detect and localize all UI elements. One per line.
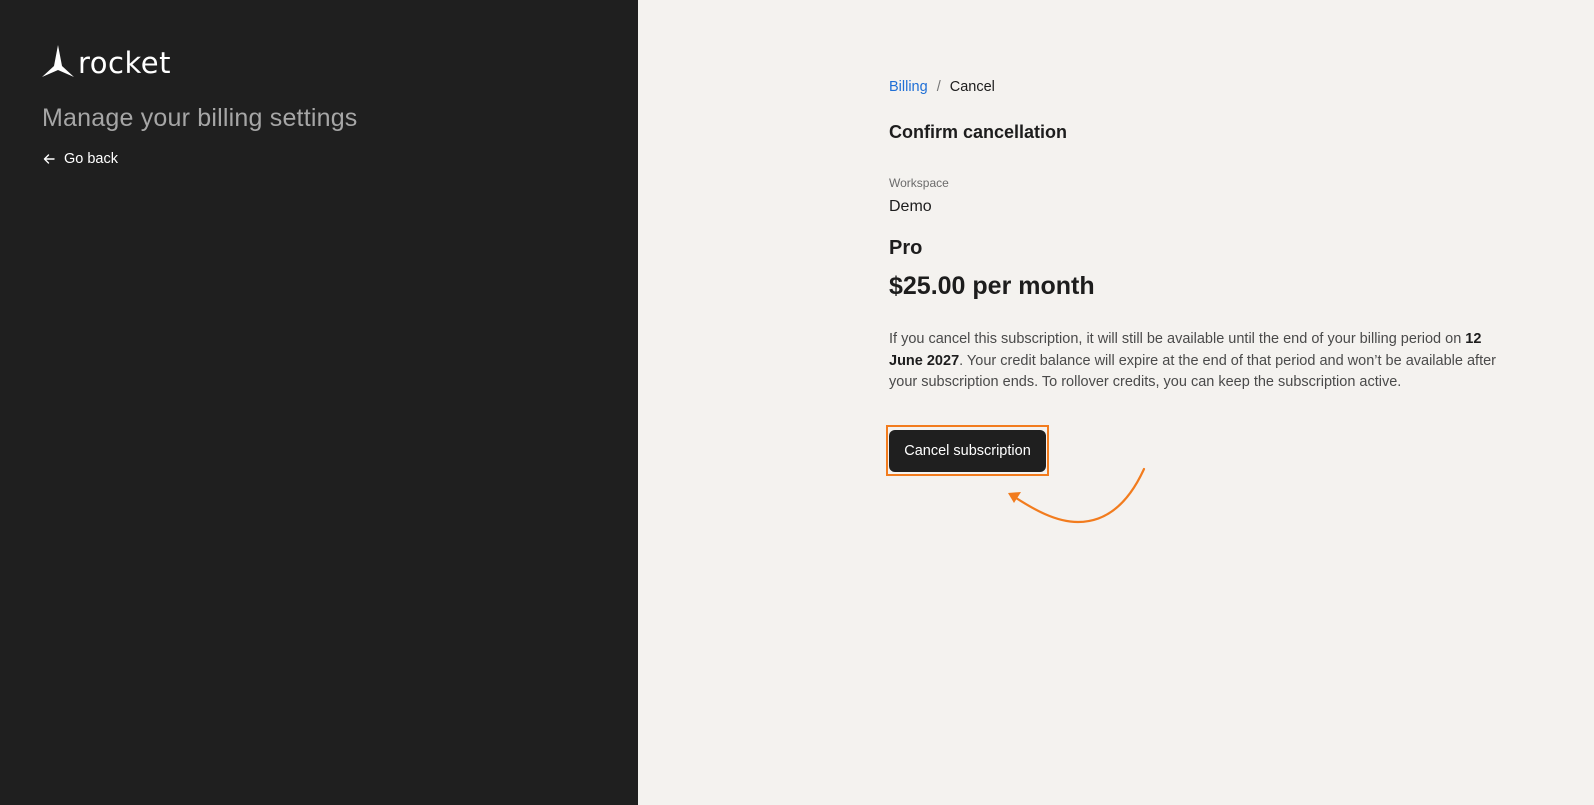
notice-text-start: If you cancel this subscription, it will… xyxy=(889,331,1466,347)
sidebar-panel: rocket Manage your billing settings Go b… xyxy=(0,0,638,805)
breadcrumb: Billing / Cancel xyxy=(889,77,1504,97)
rocket-logo-icon xyxy=(42,45,74,77)
go-back-link[interactable]: Go back xyxy=(42,151,118,167)
cancellation-notice: If you cancel this subscription, it will… xyxy=(889,329,1504,394)
billing-page: rocket Manage your billing settings Go b… xyxy=(0,0,1594,805)
arrow-left-icon xyxy=(43,154,55,164)
plan-name: Pro xyxy=(889,237,923,259)
workspace-value: Demo xyxy=(889,198,932,215)
notice-text-end: . Your credit balance will expire at the… xyxy=(889,352,1496,391)
brand-logo: rocket xyxy=(41,44,171,78)
workspace-label: Workspace xyxy=(889,176,949,190)
curved-arrow-annotation-icon xyxy=(1008,467,1146,524)
sidebar-title: Manage your billing settings xyxy=(42,104,358,132)
main-panel: Billing / Cancel Confirm cancellation Wo… xyxy=(638,0,1594,805)
plan-price: $25.00 per month xyxy=(889,272,1095,300)
breadcrumb-billing-link[interactable]: Billing xyxy=(889,79,928,95)
breadcrumb-current: Cancel xyxy=(949,79,995,95)
brand-name: rocket xyxy=(78,46,171,80)
cancellation-content: Billing / Cancel Confirm cancellation Wo… xyxy=(886,77,1504,476)
page-title: Confirm cancellation xyxy=(889,122,1068,142)
go-back-label: Go back xyxy=(64,151,118,167)
breadcrumb-separator: / xyxy=(936,79,941,95)
